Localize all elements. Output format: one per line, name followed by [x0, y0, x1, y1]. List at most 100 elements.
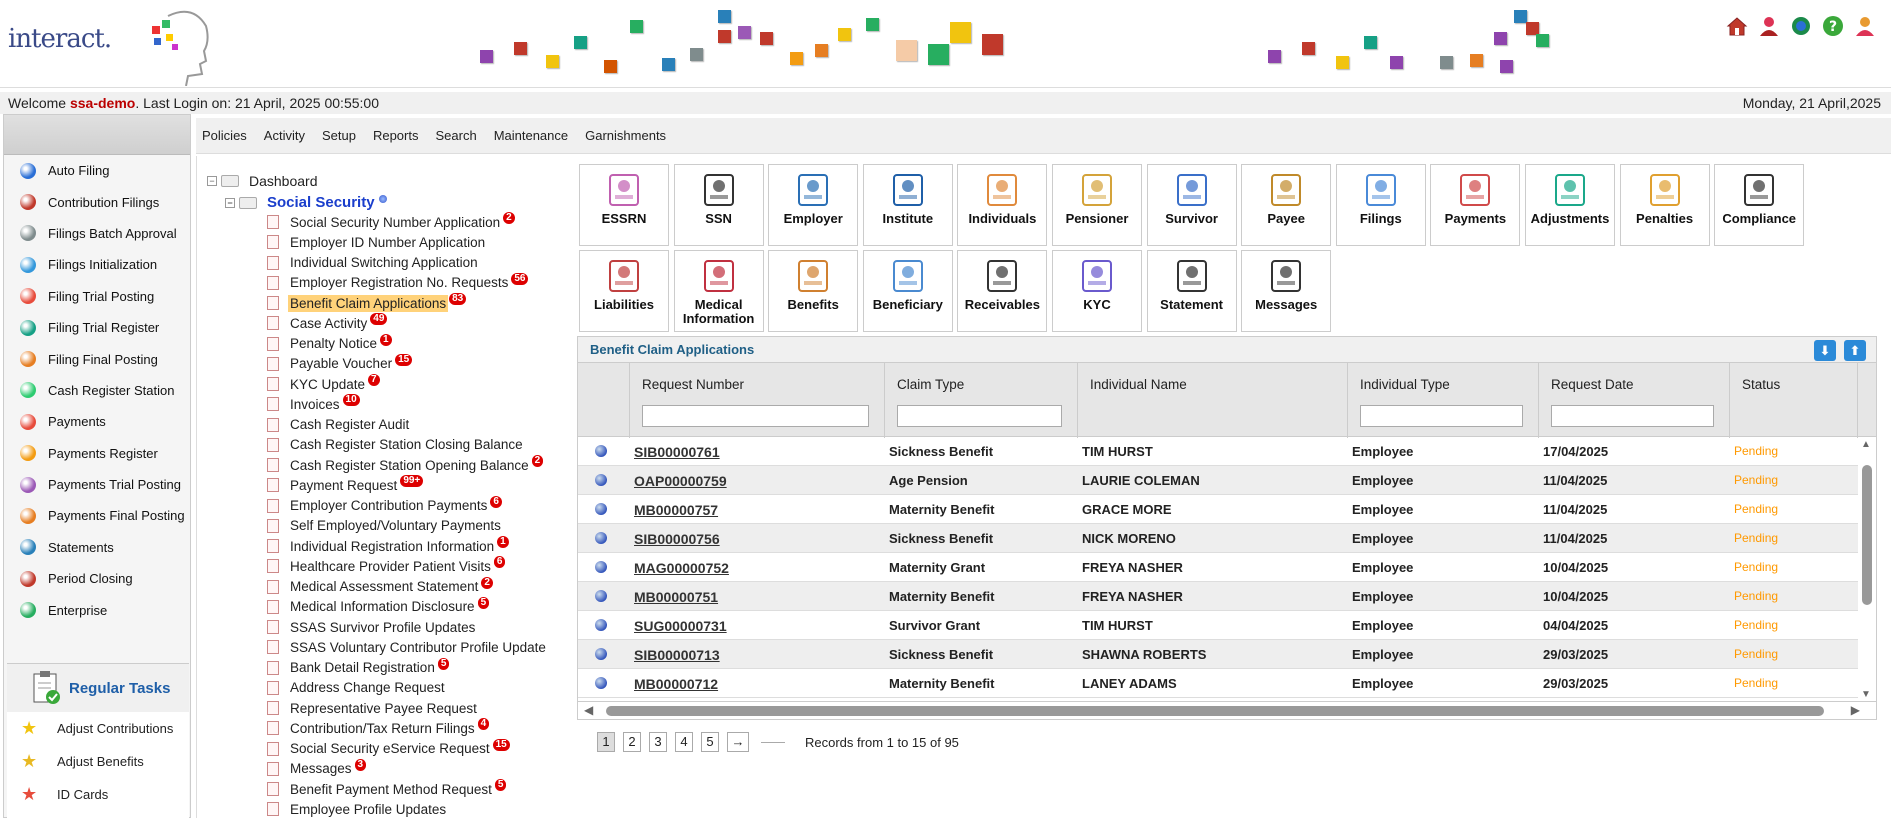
tree-item[interactable]: Employer Registration No. Requests 56	[267, 272, 548, 293]
scroll-down-icon[interactable]: ▼	[1861, 689, 1871, 700]
module-tile[interactable]: Beneficiary	[862, 250, 953, 332]
module-tile[interactable]: Pensioner	[1052, 164, 1142, 246]
column-header[interactable]: Claim Type	[885, 363, 1078, 438]
tree-item[interactable]: Payment Request 99+	[267, 475, 548, 495]
sidebar-item[interactable]: Enterprise	[4, 594, 190, 625]
scroll-thumb[interactable]	[1862, 465, 1872, 605]
tree-item[interactable]: Cash Register Station Closing Balance	[267, 435, 548, 455]
sidebar-item[interactable]: Filings Initialization	[4, 249, 190, 280]
upload-icon[interactable]: ⬆	[1844, 340, 1866, 361]
menu-item[interactable]: Maintenance	[494, 128, 568, 143]
table-row[interactable]: MB00000751 Maternity Benefit FREYA NASHER E…	[578, 582, 1858, 611]
collapse-icon[interactable]: −	[207, 176, 217, 186]
module-tile[interactable]: SSN	[673, 164, 764, 246]
sidebar-item[interactable]: Auto Filing	[4, 155, 190, 186]
module-tile[interactable]: Messages	[1241, 250, 1332, 332]
tree-item[interactable]: Payable Voucher 15	[267, 353, 548, 374]
user-icon[interactable]	[1757, 14, 1781, 38]
tree-item[interactable]: KYC Update 7	[267, 374, 548, 394]
column-header[interactable]: Status	[1730, 363, 1858, 438]
download-icon[interactable]: ⬇	[1814, 340, 1836, 361]
column-header[interactable]: Request Number	[630, 363, 885, 438]
row-select-icon[interactable]	[595, 561, 607, 573]
tree-item[interactable]: Penalty Notice 1	[267, 333, 548, 354]
refresh-icon[interactable]	[1789, 14, 1813, 38]
horizontal-scrollbar[interactable]: ◀ ▶	[577, 702, 1877, 720]
request-number-link[interactable]: MB00000751	[634, 589, 718, 605]
column-filter-input[interactable]	[642, 405, 869, 427]
page-link[interactable]: 4	[675, 732, 693, 752]
request-number-link[interactable]: MB00000757	[634, 502, 718, 518]
tree-item[interactable]: Individual Registration Information 1	[267, 536, 548, 556]
row-select-icon[interactable]	[595, 503, 607, 515]
tree-item[interactable]: Benefit Claim Applications 83	[267, 293, 548, 313]
module-tile[interactable]: Payee	[1241, 164, 1332, 246]
home-icon[interactable]	[1725, 14, 1749, 38]
tree-item[interactable]: Medical Assessment Statement 2	[267, 576, 548, 597]
module-tile[interactable]: Adjustments	[1525, 164, 1615, 246]
tree-item[interactable]: Employer ID Number Application	[267, 232, 548, 252]
menu-item[interactable]: Activity	[264, 128, 305, 143]
module-tile[interactable]: Payments	[1430, 164, 1521, 246]
table-row[interactable]: MB00000757 Maternity Benefit GRACE MORE Emp…	[578, 495, 1858, 524]
sidebar-item[interactable]: Payments	[4, 406, 190, 437]
row-select-icon[interactable]	[595, 445, 607, 457]
task-item[interactable]: ★ Adjust Benefits	[7, 745, 189, 778]
module-tile[interactable]: Filings	[1335, 164, 1426, 246]
menu-item[interactable]: Search	[435, 128, 476, 143]
tree-item[interactable]: Employer Contribution Payments 6	[267, 495, 548, 516]
request-number-link[interactable]: SIB00000756	[634, 531, 720, 547]
module-tile[interactable]: Compliance	[1714, 164, 1805, 246]
sidebar-item[interactable]: Contribution Filings	[4, 186, 190, 217]
tree-item[interactable]: Contribution/Tax Return Filings 4	[267, 718, 548, 738]
request-number-link[interactable]: OAP00000759	[634, 473, 727, 489]
column-header[interactable]: Request Date	[1539, 363, 1730, 438]
module-tile[interactable]: Employer	[768, 164, 859, 246]
tree-item[interactable]: Self Employed/Voluntary Payments	[267, 516, 548, 536]
sidebar-item[interactable]: Payments Register	[4, 438, 190, 469]
module-tile[interactable]: Medical Information	[673, 250, 764, 332]
menu-item[interactable]: Garnishments	[585, 128, 666, 143]
scroll-left-icon[interactable]: ◀	[584, 703, 593, 717]
row-select-icon[interactable]	[595, 648, 607, 660]
menu-item[interactable]: Setup	[322, 128, 356, 143]
tree-item[interactable]: Social Security Number Application 2	[267, 212, 548, 232]
request-number-link[interactable]: SIB00000761	[634, 444, 720, 460]
sidebar-item[interactable]: Filings Batch Approval	[4, 218, 190, 249]
row-select-icon[interactable]	[595, 590, 607, 602]
sidebar-item[interactable]: Statements	[4, 532, 190, 563]
table-row[interactable]: SIB00000756 Sickness Benefit NICK MORENO Em…	[578, 524, 1858, 553]
sidebar-item[interactable]: Payments Final Posting	[4, 500, 190, 531]
scroll-thumb[interactable]	[606, 706, 1824, 716]
tree-item[interactable]: Bank Detail Registration 5	[267, 657, 548, 678]
row-select-icon[interactable]	[595, 619, 607, 631]
page-link[interactable]: 5	[701, 732, 719, 752]
tree-item[interactable]: Individual Switching Application	[267, 253, 548, 273]
sidebar-item[interactable]: Filing Final Posting	[4, 343, 190, 374]
column-filter-input[interactable]	[897, 405, 1062, 427]
row-select-icon[interactable]	[595, 474, 607, 486]
column-header[interactable]: Individual Type	[1348, 363, 1539, 438]
tree-item[interactable]: Messages 3	[267, 758, 548, 779]
tree-item[interactable]: SSAS Survivor Profile Updates	[267, 617, 548, 637]
module-tile[interactable]: ESSRN	[579, 164, 669, 246]
tree-item[interactable]: Employee Profile Updates	[267, 799, 548, 818]
request-number-link[interactable]: SUG00000731	[634, 618, 727, 634]
collapse-icon[interactable]: −	[225, 197, 235, 208]
tree-item[interactable]: Case Activity 49	[267, 313, 548, 333]
table-row[interactable]: SIB00000761 Sickness Benefit TIM HURST Empl…	[578, 437, 1858, 466]
column-filter-input[interactable]	[1551, 405, 1714, 427]
tree-item[interactable]: Invoices 10	[267, 394, 548, 414]
tree-item[interactable]: Address Change Request	[267, 678, 548, 698]
scroll-right-icon[interactable]: ▶	[1851, 703, 1860, 717]
module-tile[interactable]: Statement	[1146, 250, 1237, 332]
tree-root[interactable]: − Dashboard	[207, 173, 318, 189]
tree-item[interactable]: Representative Payee Request	[267, 698, 548, 718]
sidebar-item[interactable]: Payments Trial Posting	[4, 469, 190, 500]
module-tile[interactable]: Receivables	[957, 250, 1048, 332]
row-select-icon[interactable]	[595, 532, 607, 544]
request-number-link[interactable]: MAG00000752	[634, 560, 729, 576]
tree-item[interactable]: Medical Information Disclosure 5	[267, 596, 548, 617]
tree-item[interactable]: Benefit Payment Method Request 5	[267, 779, 548, 799]
help-icon[interactable]: ?	[1821, 14, 1845, 38]
